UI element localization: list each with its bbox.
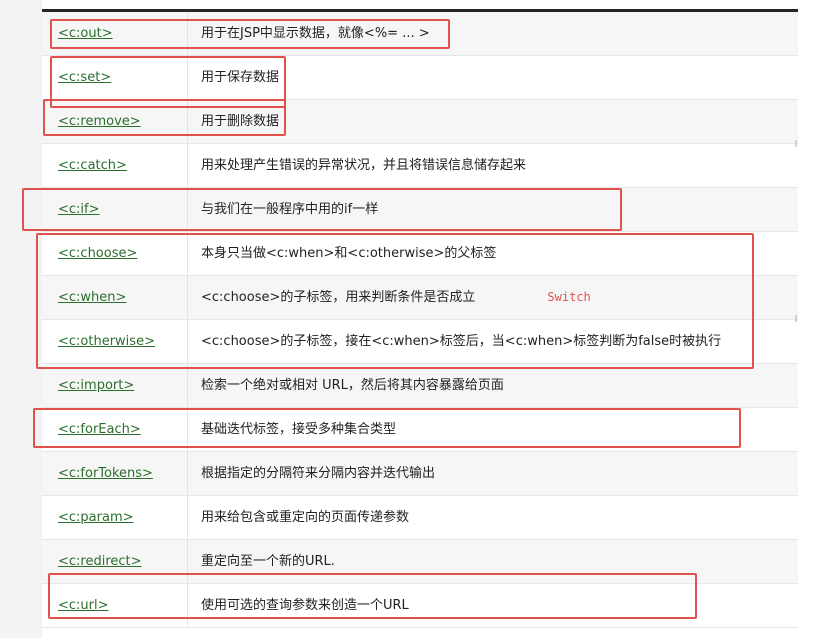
tag-cell: <c:url> bbox=[42, 583, 188, 628]
table-row: <c:import> 检索一个绝对或相对 URL，然后将其内容暴露给页面 bbox=[42, 363, 798, 408]
tag-link-c-if[interactable]: <c:if> bbox=[58, 202, 100, 217]
tag-cell: <c:out> bbox=[42, 12, 188, 56]
table-row: <c:if> 与我们在一般程序中用的if一样 bbox=[42, 187, 798, 232]
tag-cell: <c:catch> bbox=[42, 143, 188, 188]
table-row: <c:forTokens> 根据指定的分隔符来分隔内容并迭代输出 bbox=[42, 451, 798, 496]
table-row: <c:set> 用于保存数据 bbox=[42, 55, 798, 100]
description-cell: 检索一个绝对或相对 URL，然后将其内容暴露给页面 bbox=[187, 363, 798, 408]
tag-link-c-fortokens[interactable]: <c:forTokens> bbox=[58, 466, 153, 481]
tag-cell: <c:set> bbox=[42, 55, 188, 100]
description-cell: 用来给包含或重定向的页面传递参数 bbox=[187, 495, 798, 540]
tag-cell: <c:when> bbox=[42, 275, 188, 320]
table-row: <c:url> 使用可选的查询参数来创造一个URL bbox=[42, 583, 798, 628]
tag-link-c-when[interactable]: <c:when> bbox=[58, 290, 126, 305]
jstl-core-tags-table: <c:out> 用于在JSP中显示数据，就像<%= ... > <c:set> … bbox=[42, 12, 798, 628]
description-cell: 重定向至一个新的URL. bbox=[187, 539, 798, 584]
table-row: <c:forEach> 基础迭代标签，接受多种集合类型 bbox=[42, 407, 798, 452]
tag-cell: <c:import> bbox=[42, 363, 188, 408]
description-cell: <c:choose>的子标签，用来判断条件是否成立 Switch bbox=[187, 275, 798, 320]
tag-link-c-url[interactable]: <c:url> bbox=[58, 598, 109, 613]
description-cell: 与我们在一般程序中用的if一样 bbox=[187, 187, 798, 232]
tag-cell: <c:forTokens> bbox=[42, 451, 188, 496]
description-cell: 本身只当做<c:when>和<c:otherwise>的父标签 bbox=[187, 231, 798, 276]
table-row: <c:redirect> 重定向至一个新的URL. bbox=[42, 539, 798, 584]
tag-link-c-out[interactable]: <c:out> bbox=[58, 26, 113, 41]
tag-link-c-redirect[interactable]: <c:redirect> bbox=[58, 554, 142, 569]
description-cell: 用来处理产生错误的异常状况，并且将错误信息储存起来 bbox=[187, 143, 798, 188]
tag-cell: <c:redirect> bbox=[42, 539, 188, 584]
tag-cell: <c:param> bbox=[42, 495, 188, 540]
description-cell: 用于在JSP中显示数据，就像<%= ... > bbox=[187, 12, 798, 56]
tag-cell: <c:choose> bbox=[42, 231, 188, 276]
tag-cell: <c:if> bbox=[42, 187, 188, 232]
tag-link-c-choose[interactable]: <c:choose> bbox=[58, 246, 137, 261]
description-text: <c:choose>的子标签，用来判断条件是否成立 bbox=[201, 290, 476, 305]
tag-cell: <c:forEach> bbox=[42, 407, 188, 452]
description-cell: 根据指定的分隔符来分隔内容并迭代输出 bbox=[187, 451, 798, 496]
description-cell: 基础迭代标签，接受多种集合类型 bbox=[187, 407, 798, 452]
tag-link-c-import[interactable]: <c:import> bbox=[58, 378, 134, 393]
table-row: <c:choose> 本身只当做<c:when>和<c:otherwise>的父… bbox=[42, 231, 798, 276]
table-row: <c:remove> 用于删除数据 bbox=[42, 99, 798, 144]
table-row: <c:catch> 用来处理产生错误的异常状况，并且将错误信息储存起来 bbox=[42, 143, 798, 188]
table-row: <c:otherwise> <c:choose>的子标签，接在<c:when>标… bbox=[42, 319, 798, 364]
tag-link-c-param[interactable]: <c:param> bbox=[58, 510, 134, 525]
table-row: <c:when> <c:choose>的子标签，用来判断条件是否成立 Switch bbox=[42, 275, 798, 320]
switch-annotation: Switch bbox=[547, 290, 591, 304]
tag-link-c-otherwise[interactable]: <c:otherwise> bbox=[58, 334, 155, 349]
description-cell: 用于删除数据 bbox=[187, 99, 798, 144]
right-edge-marker bbox=[795, 315, 797, 322]
tag-link-c-remove[interactable]: <c:remove> bbox=[58, 114, 141, 129]
page: <c:out> 用于在JSP中显示数据，就像<%= ... > <c:set> … bbox=[0, 0, 818, 638]
tag-cell: <c:otherwise> bbox=[42, 319, 188, 364]
description-cell: <c:choose>的子标签，接在<c:when>标签后，当<c:when>标签… bbox=[187, 319, 798, 364]
tag-cell: <c:remove> bbox=[42, 99, 188, 144]
table-row: <c:param> 用来给包含或重定向的页面传递参数 bbox=[42, 495, 798, 540]
table-row: <c:out> 用于在JSP中显示数据，就像<%= ... > bbox=[42, 12, 798, 56]
left-gutter bbox=[0, 0, 42, 638]
tag-link-c-set[interactable]: <c:set> bbox=[58, 70, 111, 85]
description-cell: 使用可选的查询参数来创造一个URL bbox=[187, 583, 798, 628]
right-edge-marker bbox=[795, 140, 797, 147]
tag-link-c-foreach[interactable]: <c:forEach> bbox=[58, 422, 141, 437]
tag-link-c-catch[interactable]: <c:catch> bbox=[58, 158, 127, 173]
description-cell: 用于保存数据 bbox=[187, 55, 798, 100]
